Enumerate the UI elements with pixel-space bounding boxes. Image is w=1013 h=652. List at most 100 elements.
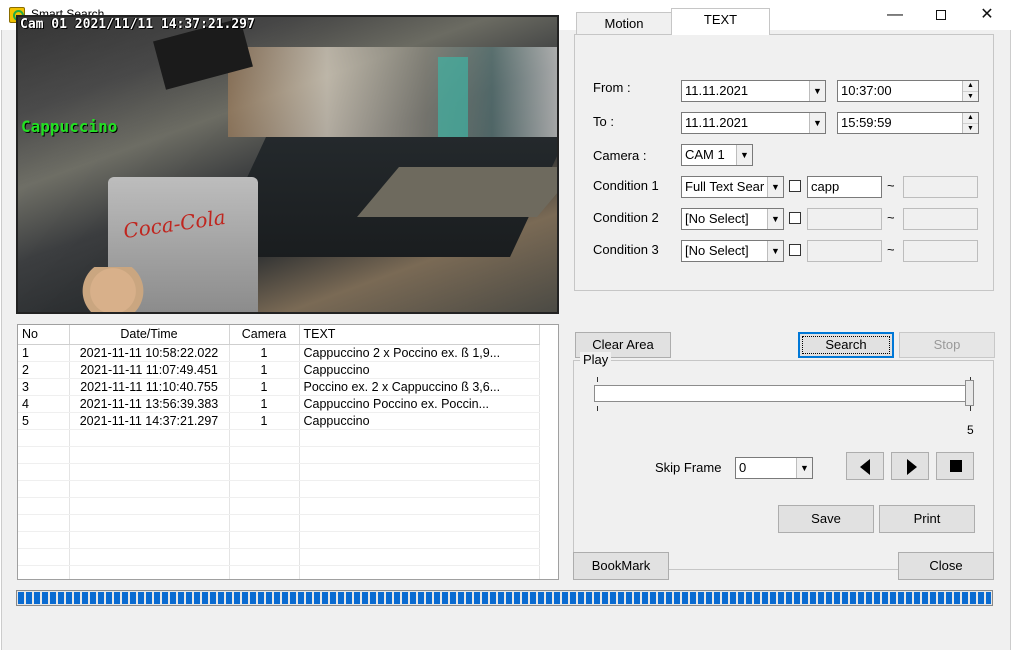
maximize-button[interactable] — [918, 0, 964, 30]
condition-1-type-select[interactable]: Full Text Sear ▼ — [681, 176, 784, 198]
cell-no: 3 — [18, 378, 70, 396]
previous-frame-button[interactable] — [846, 452, 884, 480]
playback-slider[interactable] — [594, 385, 974, 402]
condition-1-checkbox[interactable] — [789, 180, 801, 192]
save-button[interactable]: Save — [778, 505, 874, 533]
empty-cell — [69, 548, 230, 566]
chevron-down-icon[interactable]: ▼ — [767, 177, 783, 197]
chevron-down-icon[interactable]: ▼ — [809, 113, 825, 133]
bookmark-button[interactable]: BookMark — [573, 552, 669, 580]
condition-1-type-value: Full Text Sear — [685, 179, 765, 194]
tab-text[interactable]: TEXT — [671, 8, 770, 35]
video-overlay-text: Cappuccino — [21, 117, 118, 136]
chevron-down-icon[interactable]: ▼ — [767, 241, 783, 261]
empty-cell — [69, 497, 230, 515]
video-preview[interactable]: Coca-Cola Cam 01 2021/11/11 14:37:21.297… — [16, 15, 559, 314]
condition-2-type-value: [No Select] — [685, 211, 749, 226]
condition-3-type-select[interactable]: [No Select] ▼ — [681, 240, 784, 262]
video-scene-person — [78, 267, 148, 312]
from-time-value: 10:37:00 — [841, 83, 892, 98]
stop-icon — [950, 460, 962, 472]
cell-datetime: 2021-11-11 14:37:21.297 — [69, 412, 230, 430]
cell-no: 5 — [18, 412, 70, 430]
chevron-down-icon[interactable]: ▼ — [736, 145, 752, 165]
minimize-button[interactable]: — — [872, 0, 918, 30]
close-button[interactable]: Close — [898, 552, 994, 580]
empty-cell — [229, 497, 300, 515]
empty-cell — [18, 429, 70, 447]
column-header-text[interactable]: TEXT — [299, 325, 540, 345]
from-label: From : — [593, 80, 631, 95]
empty-cell — [69, 531, 230, 549]
chevron-down-icon[interactable]: ▼ — [767, 209, 783, 229]
to-date-picker[interactable]: 11.11.2021 ▼ — [681, 112, 826, 134]
stop-playback-button[interactable] — [936, 452, 974, 480]
time-spin-buttons[interactable]: ▲ ▼ — [962, 113, 978, 133]
play-group-title: Play — [580, 352, 612, 367]
cell-camera: 1 — [229, 412, 300, 430]
condition-2-type-select[interactable]: [No Select] ▼ — [681, 208, 784, 230]
empty-table-row — [18, 565, 540, 579]
to-date-value: 11.11.2021 — [685, 115, 749, 130]
play-backward-icon — [860, 459, 870, 475]
time-spin-buttons[interactable]: ▲ ▼ — [962, 81, 978, 101]
empty-cell — [229, 514, 300, 532]
from-time-spinner[interactable]: 10:37:00 ▲ ▼ — [837, 80, 979, 102]
column-header-camera[interactable]: Camera — [229, 325, 300, 345]
condition-2-checkbox[interactable] — [789, 212, 801, 224]
empty-cell — [69, 565, 230, 579]
condition-2-label: Condition 2 — [593, 210, 659, 225]
maximize-icon — [936, 9, 946, 20]
empty-cell — [18, 565, 70, 579]
empty-cell — [69, 480, 230, 498]
chevron-down-icon[interactable]: ▼ — [796, 458, 812, 478]
empty-cell — [69, 446, 230, 464]
condition-3-value-from[interactable] — [807, 240, 882, 262]
empty-cell — [69, 514, 230, 532]
empty-cell — [229, 531, 300, 549]
condition-2-value-from[interactable] — [807, 208, 882, 230]
stop-button[interactable]: Stop — [899, 332, 995, 358]
empty-cell — [18, 531, 70, 549]
spin-down-icon[interactable]: ▼ — [963, 91, 978, 101]
empty-cell — [229, 463, 300, 481]
empty-cell — [229, 480, 300, 498]
cell-text: Cappuccino — [299, 412, 540, 430]
to-time-spinner[interactable]: 15:59:59 ▲ ▼ — [837, 112, 979, 134]
table-row[interactable]: 3 2021-11-11 11:10:40.755 1 Poccino ex. 2 x… — [18, 378, 540, 396]
results-table[interactable]: No Date/Time Camera TEXT 1 2021-11-11 10:… — [17, 324, 559, 580]
camera-select[interactable]: CAM 1 ▼ — [681, 144, 753, 166]
playback-slider-thumb[interactable] — [965, 380, 974, 406]
print-button[interactable]: Print — [879, 505, 975, 533]
spin-up-icon[interactable]: ▲ — [963, 81, 978, 91]
empty-cell — [69, 429, 230, 447]
spin-up-icon[interactable]: ▲ — [963, 113, 978, 123]
table-row[interactable]: 4 2021-11-11 13:56:39.383 1 Cappuccino Pocc… — [18, 395, 540, 413]
video-timestamp: Cam 01 2021/11/11 14:37:21.297 — [20, 17, 255, 32]
close-window-button[interactable]: ✕ — [964, 0, 1010, 30]
cell-datetime: 2021-11-11 11:10:40.755 — [69, 378, 230, 396]
search-progress-bar — [16, 590, 993, 606]
next-frame-button[interactable] — [891, 452, 929, 480]
column-header-datetime[interactable]: Date/Time — [69, 325, 230, 345]
table-row[interactable]: 1 2021-11-11 10:58:22.022 1 Cappuccino 2 x … — [18, 344, 540, 362]
tab-motion[interactable]: Motion — [576, 12, 672, 35]
cell-datetime: 2021-11-11 11:07:49.451 — [69, 361, 230, 379]
chevron-down-icon[interactable]: ▼ — [809, 81, 825, 101]
condition-1-value-from[interactable]: capp — [807, 176, 882, 198]
empty-cell — [299, 531, 540, 549]
condition-3-checkbox[interactable] — [789, 244, 801, 256]
table-row[interactable]: 5 2021-11-11 14:37:21.297 1 Cappuccino — [18, 412, 540, 430]
slider-tick — [597, 406, 598, 411]
condition-2-value-to[interactable] — [903, 208, 978, 230]
search-button[interactable]: Search — [798, 332, 894, 358]
spin-down-icon[interactable]: ▼ — [963, 123, 978, 133]
column-header-no[interactable]: No — [18, 325, 70, 345]
from-date-picker[interactable]: 11.11.2021 ▼ — [681, 80, 826, 102]
skip-frame-select[interactable]: 0 ▼ — [735, 457, 813, 479]
camera-label: Camera : — [593, 148, 647, 163]
condition-3-value-to[interactable] — [903, 240, 978, 262]
table-row[interactable]: 2 2021-11-11 11:07:49.451 1 Cappuccino — [18, 361, 540, 379]
cell-datetime: 2021-11-11 13:56:39.383 — [69, 395, 230, 413]
condition-1-value-to[interactable] — [903, 176, 978, 198]
